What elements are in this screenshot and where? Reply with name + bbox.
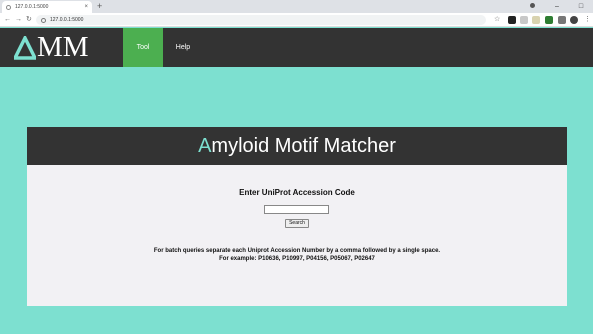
browser-toolbar: ← → ↻ 127.0.0.1:5000 ☆ ⋮ xyxy=(0,13,593,27)
browser-tab[interactable]: 127.0.0.1:5000 × xyxy=(2,1,92,13)
nav-item-tool[interactable]: Tool xyxy=(123,28,163,67)
logo-text: MM xyxy=(37,31,89,63)
search-button[interactable]: Search xyxy=(285,219,309,228)
minimize-button[interactable]: – xyxy=(545,0,569,13)
triangle-logo-icon xyxy=(14,35,36,60)
forward-button[interactable]: → xyxy=(15,13,22,27)
accession-prompt: Enter UniProt Accession Code xyxy=(239,188,355,197)
page-title: Amyloid Motif Matcher xyxy=(198,135,396,158)
batch-example: For example: P10636, P10997, P04156, P05… xyxy=(219,256,375,262)
address-bar[interactable]: 127.0.0.1:5000 xyxy=(36,15,486,25)
globe-icon xyxy=(6,4,11,10)
extension-icon-1[interactable] xyxy=(508,16,516,24)
menu-icon[interactable]: ⋮ xyxy=(584,13,591,27)
tab-title: 127.0.0.1:5000 xyxy=(15,4,49,10)
logo[interactable]: MM xyxy=(14,31,89,64)
card-header: Amyloid Motif Matcher xyxy=(27,127,567,165)
extension-icon-3[interactable] xyxy=(532,16,540,24)
info-icon[interactable] xyxy=(41,17,46,23)
page-title-rest: myloid Motif Matcher xyxy=(211,134,396,157)
avatar[interactable] xyxy=(570,16,578,24)
profile-icon[interactable] xyxy=(520,0,544,13)
nav-item-help[interactable]: Help xyxy=(171,28,195,67)
page-title-first-letter: A xyxy=(198,134,212,157)
bookmark-star-icon[interactable]: ☆ xyxy=(494,13,500,27)
browser-tab-bar: 127.0.0.1:5000 × + – □ xyxy=(0,0,593,13)
reload-button[interactable]: ↻ xyxy=(26,13,32,27)
maximize-button[interactable]: □ xyxy=(569,0,593,13)
accession-input[interactable] xyxy=(264,205,329,214)
extension-icon-2[interactable] xyxy=(520,16,528,24)
back-button[interactable]: ← xyxy=(4,13,11,27)
new-tab-button[interactable]: + xyxy=(97,1,102,12)
url-text: 127.0.0.1:5000 xyxy=(50,17,84,23)
card-body: Enter UniProt Accession Code Search For … xyxy=(27,165,567,306)
tab-close-icon[interactable]: × xyxy=(84,4,88,10)
extension-icon-4[interactable] xyxy=(545,16,553,24)
batch-instructions: For batch queries separate each Uniprot … xyxy=(153,248,441,254)
puzzle-icon[interactable] xyxy=(558,16,566,24)
site-navbar: MM Tool Help xyxy=(0,28,593,67)
